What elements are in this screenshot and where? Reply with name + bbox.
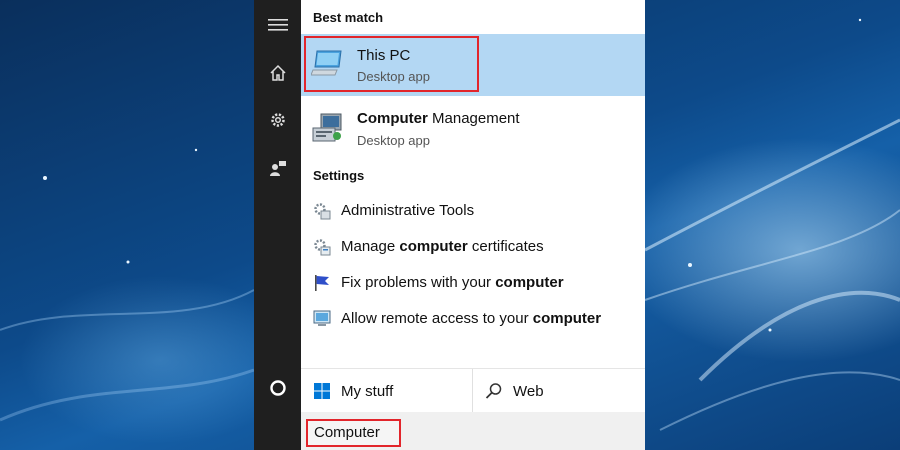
settings-button[interactable]	[254, 100, 301, 140]
hamburger-menu-icon	[267, 19, 288, 31]
computer-management-title-rest: Management	[427, 110, 520, 127]
tab-web[interactable]: Web	[485, 369, 544, 413]
computer-management-title: Computer Management	[357, 110, 520, 127]
setting-text-pre: Fix problems with your	[341, 274, 496, 291]
app-computer-management[interactable]: Computer Management Desktop app	[301, 98, 645, 160]
setting-remote-access[interactable]: Allow remote access to your computer	[301, 300, 645, 336]
setting-manage-certificates[interactable]: Manage computer certificates	[301, 228, 645, 264]
setting-text: Manage computer certificates	[341, 238, 544, 255]
remote-monitor-icon	[313, 310, 331, 326]
certificates-icon	[314, 239, 331, 256]
admin-tools-icon	[314, 203, 331, 220]
setting-text: Fix problems with your computer	[341, 274, 564, 291]
setting-text-bold: computer	[495, 274, 564, 291]
start-menu-rail	[254, 0, 301, 450]
feedback-person-icon	[269, 161, 286, 176]
tab-divider	[472, 369, 473, 413]
scope-tabs: My stuff Web	[301, 368, 645, 413]
search-box-area: Computer	[301, 412, 645, 450]
troubleshoot-flag-icon	[315, 275, 329, 291]
best-match-this-pc[interactable]: This PC Desktop app	[301, 34, 645, 96]
setting-text-post: certificates	[467, 238, 544, 255]
setting-text-pre: Administrative Tools	[341, 202, 475, 219]
hamburger-menu-button[interactable]	[254, 5, 301, 45]
setting-text-bold: computer	[532, 310, 602, 327]
tab-my-stuff-label: My stuff	[341, 382, 394, 400]
this-pc-icon	[311, 50, 342, 76]
best-match-subtitle: Desktop app	[357, 69, 430, 84]
best-match-title: This PC	[357, 47, 411, 64]
settings-header: Settings	[313, 168, 365, 183]
home-icon	[269, 64, 286, 81]
setting-administrative-tools[interactable]: Administrative Tools	[301, 192, 645, 228]
setting-text: Administrative Tools	[341, 202, 474, 219]
computer-management-icon	[312, 113, 342, 142]
tab-web-label: Web	[513, 382, 544, 400]
home-button[interactable]	[254, 53, 301, 93]
cortana-button[interactable]	[254, 368, 301, 408]
tab-my-stuff[interactable]: My stuff	[313, 369, 393, 413]
windows-logo-icon	[314, 383, 330, 399]
setting-fix-problems[interactable]: Fix problems with your computer	[301, 264, 645, 300]
gear-icon	[270, 113, 285, 127]
computer-management-title-bold: Computer	[357, 110, 428, 127]
search-input[interactable]: Computer	[306, 419, 401, 447]
best-match-header: Best match	[313, 10, 384, 25]
setting-text: Allow remote access to your computer	[341, 310, 601, 327]
setting-text-pre: Manage	[341, 238, 400, 255]
setting-text-bold: computer	[399, 238, 468, 255]
feedback-button[interactable]	[254, 148, 301, 188]
computer-management-subtitle: Desktop app	[357, 133, 430, 148]
cortana-circle-icon	[269, 380, 286, 396]
search-icon	[485, 383, 502, 399]
setting-text-pre: Allow remote access to your	[341, 310, 533, 327]
search-results-panel: Best match This PC Desktop app Computer …	[301, 0, 645, 450]
